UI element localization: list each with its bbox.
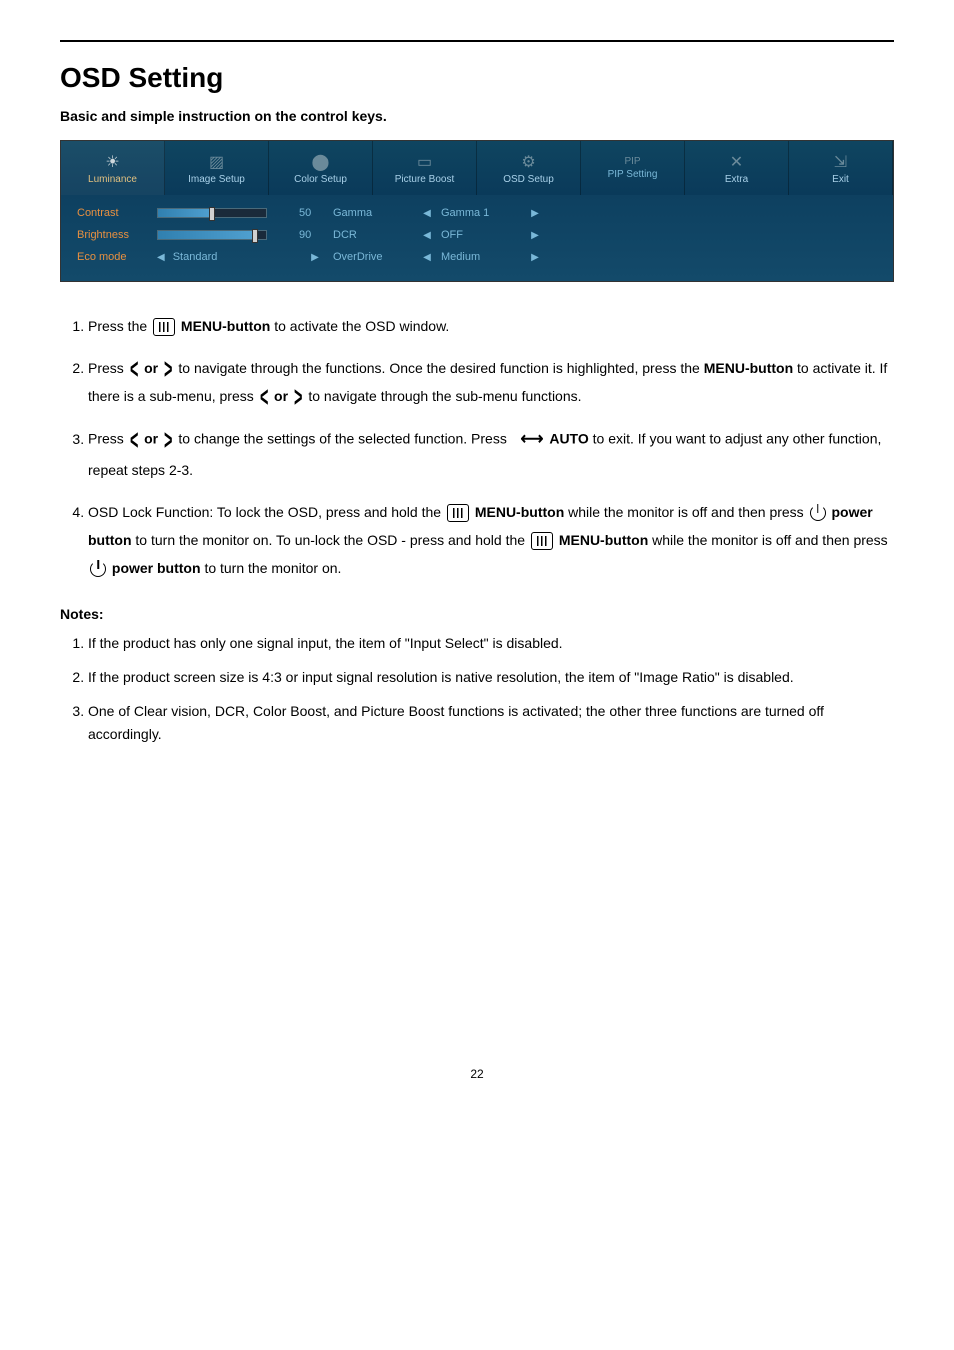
page-number: 22 [60, 1067, 894, 1081]
right-arrow-icon[interactable]: ▶ [521, 208, 549, 219]
osd-screenshot: ☀ Luminance ▨ Image Setup ⬤ Color Setup … [60, 140, 894, 282]
osd-tab-image-setup[interactable]: ▨ Image Setup [165, 141, 269, 195]
osd-tab-label: Color Setup [294, 174, 347, 185]
left-arrow-icon[interactable]: ◀ [413, 208, 441, 219]
text: to turn the monitor on. To un-lock the O… [135, 532, 529, 548]
text-bold: AUTO [549, 431, 588, 447]
osd-tab-bar: ☀ Luminance ▨ Image Setup ⬤ Color Setup … [61, 141, 893, 195]
text-bold: MENU-button [475, 504, 564, 520]
instruction-step-3: Press < or > to change the settings of t… [88, 424, 894, 484]
text: Press [88, 360, 128, 376]
osd-slider-contrast[interactable] [157, 208, 297, 218]
osd-slider-brightness[interactable] [157, 230, 297, 240]
auto-icon: ⟷ [521, 424, 544, 456]
osd-tab-color-setup[interactable]: ⬤ Color Setup [269, 141, 373, 195]
text: to turn the monitor on. [204, 560, 341, 576]
sun-icon: ☀ [105, 152, 119, 172]
text: OSD Lock Function: To lock the OSD, pres… [88, 504, 445, 520]
text: Press the [88, 318, 151, 334]
osd-body: Contrast 50 Gamma ◀ Gamma 1 ▶ Brightness… [61, 195, 893, 281]
text: to change the settings of the selected f… [178, 431, 510, 447]
osd-row-label-brightness: Brightness [77, 229, 157, 241]
menu-icon [531, 532, 553, 550]
menu-icon [153, 318, 175, 336]
power-icon [90, 561, 106, 577]
text-bold: or [274, 388, 292, 404]
picture-boost-icon: ▭ [417, 152, 432, 172]
page-subtitle: Basic and simple instruction on the cont… [60, 108, 894, 124]
osd-tab-label: Exit [832, 174, 849, 185]
osd-tab-label: Extra [725, 174, 748, 185]
text: to activate the OSD window. [274, 318, 449, 334]
right-arrow-icon[interactable]: ▶ [521, 252, 549, 263]
text-bold: MENU-button [704, 360, 793, 376]
text-bold: MENU-button [559, 532, 648, 548]
image-setup-icon: ▨ [209, 152, 224, 172]
page-top-divider [60, 40, 894, 42]
exit-icon: ⇲ [834, 152, 847, 172]
osd-eco-value: Standard [173, 251, 218, 263]
text: Press [88, 431, 128, 447]
pip-icon: PIP [624, 156, 640, 167]
right-arrow-icon[interactable]: ▶ [297, 252, 333, 263]
osd-tab-label: Image Setup [188, 174, 245, 185]
osd-value-contrast: 50 [297, 207, 333, 219]
osd-tab-label: Luminance [88, 174, 137, 185]
note-item: If the product screen size is 4:3 or inp… [88, 666, 894, 690]
osd-opt-gamma-value: Gamma 1 [441, 207, 521, 219]
osd-tab-luminance[interactable]: ☀ Luminance [61, 141, 165, 195]
osd-tab-label: PIP Setting [608, 169, 658, 180]
osd-setup-icon: ⚙ [521, 152, 535, 172]
osd-tab-picture-boost[interactable]: ▭ Picture Boost [373, 141, 477, 195]
power-icon [810, 505, 826, 521]
osd-tab-label: OSD Setup [503, 174, 554, 185]
text-bold: MENU-button [181, 318, 270, 334]
text-bold: or [144, 360, 162, 376]
left-arrow-icon[interactable]: ◀ [413, 252, 441, 263]
instruction-list: Press the MENU-button to activate the OS… [60, 312, 894, 582]
left-arrow-icon[interactable]: ◀ [157, 252, 165, 263]
osd-opt-dcr-value: OFF [441, 229, 521, 241]
notes-list: If the product has only one signal input… [60, 632, 894, 747]
osd-tab-exit[interactable]: ⇲ Exit [789, 141, 893, 195]
color-setup-icon: ⬤ [312, 152, 330, 172]
page-title: OSD Setting [60, 62, 894, 94]
osd-opt-dcr: DCR [333, 229, 413, 241]
text: to navigate through the functions. Once … [178, 360, 703, 376]
instruction-step-1: Press the MENU-button to activate the OS… [88, 312, 894, 340]
instruction-step-4: OSD Lock Function: To lock the OSD, pres… [88, 498, 894, 582]
osd-opt-overdrive-value: Medium [441, 251, 521, 263]
menu-icon [447, 504, 469, 522]
note-item: If the product has only one signal input… [88, 632, 894, 656]
notes-heading: Notes: [60, 606, 894, 622]
osd-tab-extra[interactable]: ✕ Extra [685, 141, 789, 195]
instruction-step-2: Press < or > to navigate through the fun… [88, 354, 894, 410]
note-item: One of Clear vision, DCR, Color Boost, a… [88, 700, 894, 748]
text: while the monitor is off and then press [568, 504, 807, 520]
right-arrow-icon[interactable]: ▶ [521, 230, 549, 241]
osd-opt-overdrive: OverDrive [333, 251, 413, 263]
osd-row-label-eco: Eco mode [77, 251, 157, 263]
text: while the monitor is off and then press [652, 532, 888, 548]
text-bold: or [144, 431, 162, 447]
osd-opt-gamma: Gamma [333, 207, 413, 219]
osd-value-brightness: 90 [297, 229, 333, 241]
left-arrow-icon[interactable]: ◀ [413, 230, 441, 241]
osd-row-label-contrast: Contrast [77, 207, 157, 219]
text-bold: power button [112, 560, 201, 576]
text: to navigate through the sub-menu functio… [308, 388, 581, 404]
extra-icon: ✕ [730, 152, 743, 172]
osd-tab-osd-setup[interactable]: ⚙ OSD Setup [477, 141, 581, 195]
osd-tab-pip-setting[interactable]: PIP PIP Setting [581, 141, 685, 195]
osd-tab-label: Picture Boost [395, 174, 454, 185]
